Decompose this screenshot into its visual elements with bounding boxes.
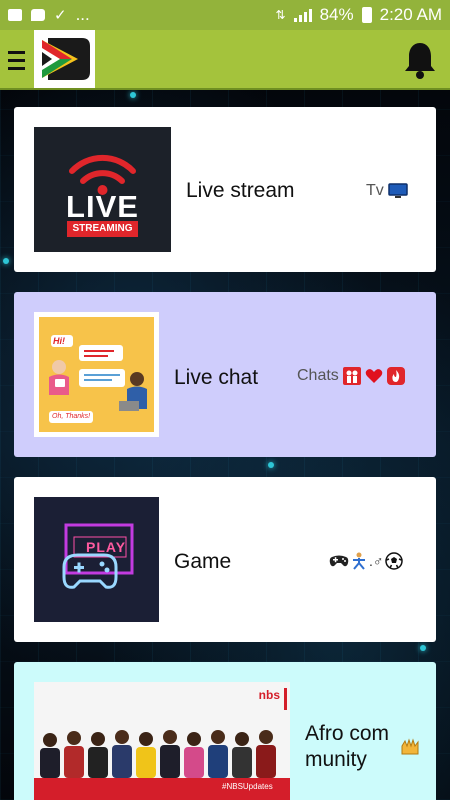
brand-label: nbs: [258, 688, 280, 702]
live-label: LIVE: [66, 189, 139, 224]
live-streaming-thumbnail: LIVE STREAMING: [34, 127, 171, 252]
card-title: Live stream: [186, 179, 295, 202]
signal-icon: [293, 8, 312, 22]
tv-icon: [388, 183, 408, 198]
glow-dot: [420, 645, 426, 651]
tag-label: Chats: [297, 367, 339, 384]
tag-label: Tv: [366, 182, 384, 199]
card-title: Game: [174, 550, 232, 573]
hamburger-menu-icon[interactable]: [8, 48, 28, 72]
hi-bubble: Hi!: [53, 336, 65, 346]
card-title: Live chat: [174, 366, 259, 389]
game-thumbnail: PLAY: [34, 497, 159, 622]
battery-icon: [361, 7, 372, 23]
card-tag: Chats: [297, 367, 405, 385]
soccer-ball-icon: [385, 552, 404, 570]
couple-icon: [342, 367, 361, 385]
glow-dot: [130, 92, 136, 98]
live-chat-thumbnail: Hi! Oh, Thanks!: [34, 312, 159, 437]
message-icon: [31, 9, 45, 21]
glow-dot: [3, 258, 9, 264]
status-overflow-dots: ...: [75, 5, 90, 24]
app-bar: [0, 30, 450, 90]
card-tag: Tv: [366, 182, 408, 200]
afro-community-card[interactable]: nbs #NBSUpdates Afro com munity: [14, 662, 436, 800]
fire-icon: [386, 367, 405, 385]
card-tag: [400, 738, 420, 756]
hashtag-label: #NBSUpdates: [222, 782, 273, 791]
data-arrows-icon: ⇅: [275, 8, 286, 22]
app-logo-icon[interactable]: [34, 30, 95, 88]
glow-dot: [268, 462, 274, 468]
heart-icon: [365, 369, 383, 383]
status-bar: ✓ ... ⇅ 84% 2:20 AM: [0, 0, 450, 30]
card-tag: .♂: [329, 552, 404, 570]
hands-icon: [401, 738, 419, 755]
thanks-bubble: Oh, Thanks!: [52, 413, 91, 420]
cartwheel-icon: [353, 552, 365, 570]
gallery-icon: [8, 9, 22, 21]
play-label: PLAY: [86, 539, 127, 555]
streaming-label: STREAMING: [67, 221, 138, 237]
title-line-1: Afro com: [305, 722, 390, 745]
card-title: Afro com munity: [305, 721, 389, 773]
game-card[interactable]: PLAY Game .♂: [14, 477, 436, 642]
clock: 2:20 AM: [379, 5, 442, 24]
afro-community-thumbnail: nbs #NBSUpdates: [34, 682, 290, 800]
download-done-icon: ✓: [54, 7, 67, 24]
title-line-2: munity: [305, 748, 367, 771]
live-stream-card[interactable]: LIVE STREAMING Live stream Tv: [14, 107, 436, 272]
gamepad-icon: [329, 555, 349, 567]
tag-text: .♂: [369, 553, 384, 569]
battery-percent: 84%: [319, 5, 354, 24]
bell-icon[interactable]: [402, 40, 438, 80]
live-chat-card[interactable]: Hi! Oh, Thanks! Live chat Chats: [14, 292, 436, 457]
